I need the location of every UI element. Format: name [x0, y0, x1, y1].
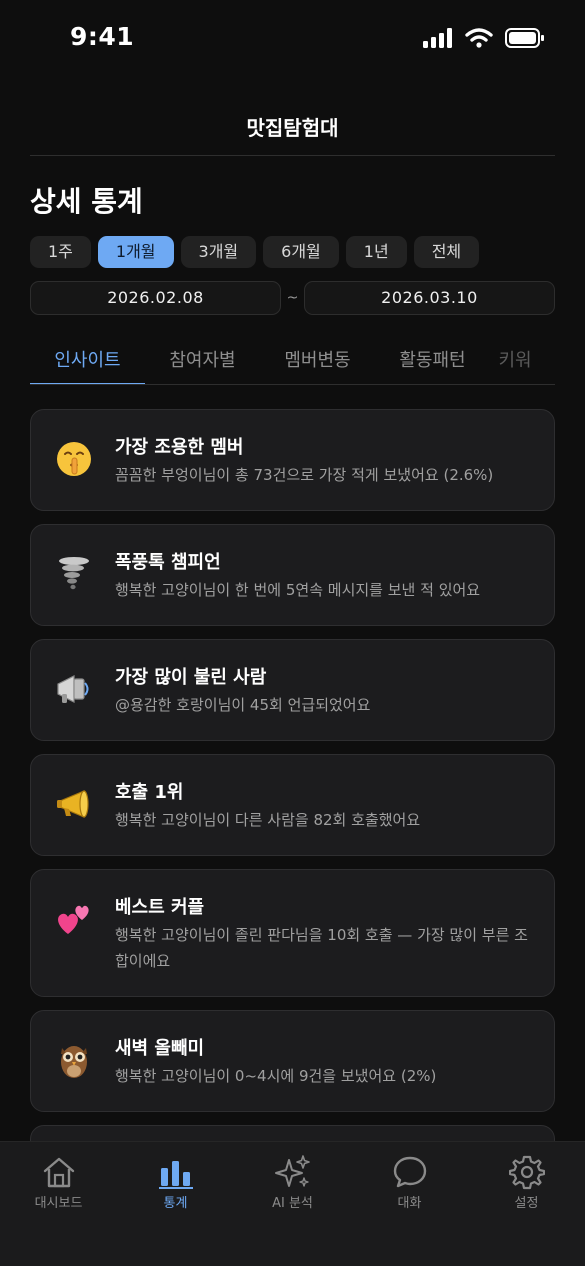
- start-date-field[interactable]: 2026.02.08: [30, 281, 281, 315]
- signal-icon: [423, 28, 453, 52]
- insight-list: 가장 조용한 멤버 꼼꼼한 부엉이님이 총 73건으로 가장 적게 보냈어요 (…: [30, 409, 555, 1185]
- tab-member-changes[interactable]: 멤버변동: [260, 338, 375, 384]
- insight-card: 가장 많이 불린 사람 @용감한 호랑이님이 45회 언급되었어요: [30, 639, 555, 741]
- insight-card: 가장 조용한 멤버 꼼꼼한 부엉이님이 총 73건으로 가장 적게 보냈어요 (…: [30, 409, 555, 511]
- wifi-icon: [465, 28, 493, 52]
- insight-title: 가장 많이 불린 사람: [115, 667, 267, 688]
- nav-label: 대화: [397, 1196, 422, 1211]
- megaphone-icon: [53, 783, 95, 825]
- insight-description: 행복한 고양이님이 한 번에 5연속 메시지를 보낸 적 있어요: [115, 581, 481, 599]
- insight-description: @용감한 호랑이님이 45회 언급되었어요: [115, 696, 371, 714]
- period-chip-6m[interactable]: 6개월: [263, 236, 339, 268]
- period-chip-1y[interactable]: 1년: [345, 236, 407, 268]
- loudspeaker-icon: [53, 668, 95, 710]
- nav-label: 대시보드: [34, 1196, 83, 1211]
- bottom-nav: 대시보드 통계 AI 분석 대화 설정: [0, 1141, 585, 1266]
- period-chip-1w[interactable]: 1주: [30, 236, 91, 268]
- nav-chat[interactable]: 대화: [351, 1142, 468, 1266]
- home-icon: [41, 1154, 77, 1190]
- insight-description: 꼼꼼한 부엉이님이 총 73건으로 가장 적게 보냈어요 (2.6%): [115, 466, 494, 484]
- two-hearts-icon: [53, 898, 95, 940]
- status-bar: 9:41: [0, 0, 585, 78]
- status-time: 9:41: [70, 22, 135, 51]
- nav-dashboard[interactable]: 대시보드: [0, 1142, 117, 1266]
- nav-label: 설정: [514, 1196, 539, 1211]
- sparkles-icon: [274, 1154, 312, 1190]
- insight-title: 폭풍톡 챔피언: [115, 552, 221, 573]
- date-range: 2026.02.08 ~ 2026.03.10: [30, 281, 555, 315]
- app-header: 맛집탐험대: [30, 100, 555, 156]
- page-title: 상세 통계: [30, 185, 143, 218]
- tab-insights[interactable]: 인사이트: [30, 338, 145, 384]
- period-selector: 1주 1개월 3개월 6개월 1년 전체: [30, 236, 480, 268]
- tab-activity-pattern[interactable]: 활동패턴: [375, 338, 490, 384]
- stats-tabs: 인사이트 참여자별 멤버변동 활동패턴 키워: [30, 338, 555, 385]
- app-title: 맛집탐험대: [246, 116, 339, 140]
- nav-stats[interactable]: 통계: [117, 1142, 234, 1266]
- nav-label: 통계: [163, 1196, 188, 1211]
- tab-by-participant[interactable]: 참여자별: [145, 338, 260, 384]
- insight-title: 호출 1위: [115, 782, 184, 803]
- status-icons: [423, 28, 545, 52]
- insight-description: 행복한 고양이님이 0~4시에 9건을 보냈어요 (2%): [115, 1067, 437, 1085]
- insight-card: 폭풍톡 챔피언 행복한 고양이님이 한 번에 5연속 메시지를 보낸 적 있어요: [30, 524, 555, 626]
- date-separator: ~: [286, 290, 299, 306]
- owl-icon: [53, 1039, 95, 1081]
- nav-settings[interactable]: 설정: [468, 1142, 585, 1266]
- insight-description: 행복한 고양이님이 졸린 판다님을 10회 호출 — 가장 많이 부른 조합이에…: [115, 926, 528, 970]
- insight-title: 새벽 올빼미: [115, 1038, 205, 1059]
- tornado-icon: [53, 553, 95, 595]
- nav-label: AI 분석: [272, 1196, 313, 1211]
- period-chip-1m[interactable]: 1개월: [97, 236, 174, 268]
- battery-icon: [505, 28, 545, 52]
- shushing-face-icon: [53, 438, 95, 480]
- tab-keywords[interactable]: 키워: [490, 338, 540, 384]
- period-chip-3m[interactable]: 3개월: [180, 236, 257, 268]
- insight-title: 베스트 커플: [115, 897, 205, 918]
- chat-bubble-icon: [392, 1154, 428, 1190]
- insight-title: 가장 조용한 멤버: [115, 437, 244, 458]
- insight-card: 베스트 커플 행복한 고양이님이 졸린 판다님을 10회 호출 — 가장 많이 …: [30, 869, 555, 997]
- end-date-field[interactable]: 2026.03.10: [303, 281, 555, 315]
- insight-description: 행복한 고양이님이 다른 사람을 82회 호출했어요: [115, 811, 421, 829]
- nav-ai-analysis[interactable]: AI 분석: [234, 1142, 351, 1266]
- bar-chart-icon: [158, 1154, 194, 1190]
- insight-card: 호출 1위 행복한 고양이님이 다른 사람을 82회 호출했어요: [30, 754, 555, 856]
- insight-card: 새벽 올빼미 행복한 고양이님이 0~4시에 9건을 보냈어요 (2%): [30, 1010, 555, 1112]
- period-chip-all[interactable]: 전체: [413, 236, 480, 268]
- gear-icon: [508, 1154, 545, 1190]
